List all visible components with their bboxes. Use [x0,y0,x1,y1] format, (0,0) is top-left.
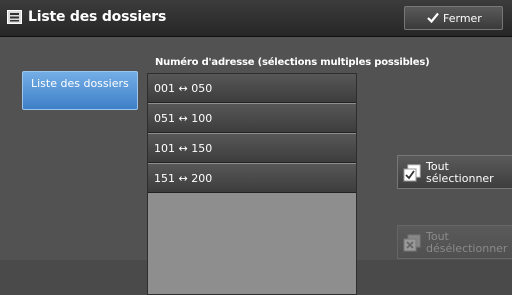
deselect-all-button[interactable]: Tout désélectionner [397,225,512,259]
address-range-list: 001 ↔ 050 051 ↔ 100 101 ↔ 150 151 ↔ 200 [147,73,357,295]
tab-folder-list[interactable]: Liste des dossiers [22,71,138,110]
folder-list-icon [7,10,22,24]
close-button[interactable]: Fermer [404,6,503,30]
list-item[interactable]: 151 ↔ 200 [148,164,356,193]
deselect-all-label-line2: désélectionner [426,242,508,255]
list-item[interactable]: 051 ↔ 100 [148,104,356,133]
list-item-label: 151 ↔ 200 [154,172,213,185]
select-all-button[interactable]: Tout sélectionner [397,155,512,189]
window-title: Liste des dossiers [28,9,167,25]
deselect-all-icon [403,234,421,252]
list-item-label: 101 ↔ 150 [154,142,213,155]
select-all-icon [403,164,421,182]
select-all-label-line2: sélectionner [426,172,494,185]
list-header: Numéro d'adresse (sélections multiples p… [155,57,430,68]
list-item-label: 051 ↔ 100 [154,112,213,125]
list-item[interactable]: 101 ↔ 150 [148,134,356,163]
list-item[interactable]: 001 ↔ 050 [148,74,356,103]
checkmark-icon [427,12,439,23]
close-button-label: Fermer [443,12,482,25]
main-content: Numéro d'adresse (sélections multiples p… [0,37,512,295]
tab-folder-list-label: Liste des dossiers [31,77,129,90]
list-item-label: 001 ↔ 050 [154,82,213,95]
title-bar: Liste des dossiers Fermer [0,0,512,37]
